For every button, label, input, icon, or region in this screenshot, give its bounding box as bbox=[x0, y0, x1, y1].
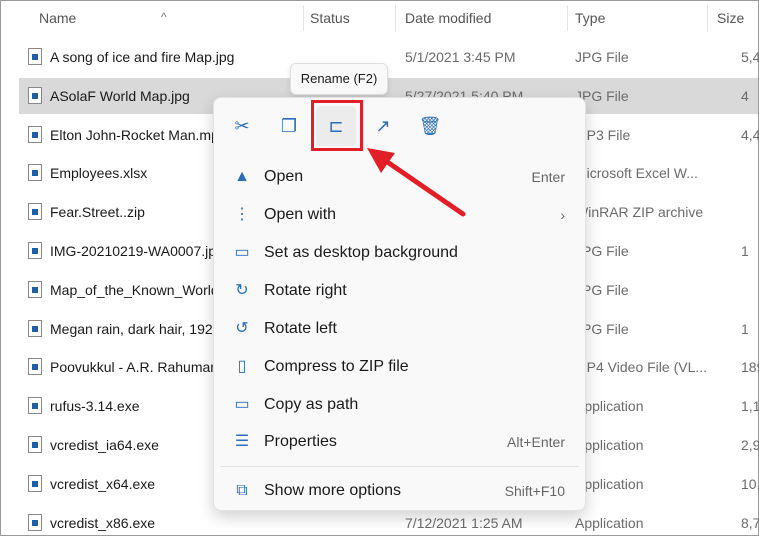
annotation-arrow bbox=[367, 148, 466, 217]
